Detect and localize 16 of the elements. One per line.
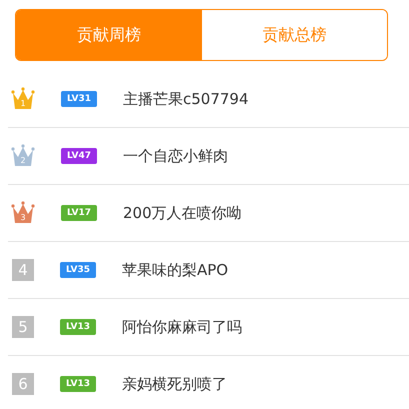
tab[interactable]: 贡献周榜 xyxy=(16,10,202,60)
user-name: 主播芒果c507794 xyxy=(123,90,249,108)
level-badge: LV13 xyxy=(60,376,96,392)
user-name: 一个自恋小鲜肉 xyxy=(123,146,228,166)
rank-number: 6 xyxy=(12,373,34,395)
level-badge: LV17 xyxy=(61,205,97,221)
level-badge: LV35 xyxy=(60,262,96,278)
rank-number: 4 xyxy=(12,259,34,281)
level-badge: LV13 xyxy=(60,319,96,335)
user-name: 苹果味的梨APO xyxy=(122,260,228,280)
rank-number: 5 xyxy=(12,316,34,338)
user-name: 亲妈横死别喷了 xyxy=(122,374,227,394)
level-badge: LV31 xyxy=(61,91,97,107)
level-badge: LV47 xyxy=(61,148,97,164)
user-name: 200万人在喷你呦 xyxy=(123,204,242,222)
user-name: 阿怡你麻麻司了吗 xyxy=(122,318,242,336)
